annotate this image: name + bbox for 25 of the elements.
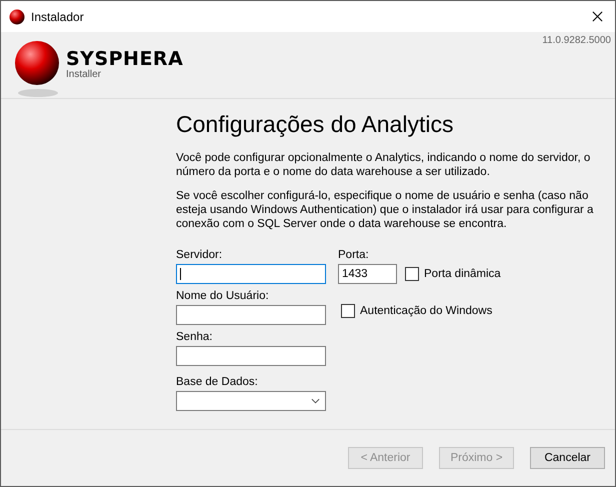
- checkbox[interactable]: [341, 304, 355, 318]
- chevron-down-icon: [311, 398, 320, 404]
- port-field[interactable]: 1433: [338, 264, 397, 284]
- field-label: Porta:: [338, 248, 370, 262]
- field-label: Base de Dados:: [176, 375, 259, 389]
- version-text: 11.0.9282.5000: [542, 35, 611, 46]
- field-label: Nome do Usuário:: [176, 289, 270, 303]
- wizard-button[interactable]: Cancelar: [530, 447, 605, 469]
- brand-name: SYSPHERA: [66, 50, 184, 69]
- server-field[interactable]: [176, 264, 326, 284]
- checkbox-label: Porta dinâmica: [424, 268, 501, 280]
- description-text: Você pode configurar opcionalmente o Analytics, indicando o nome do servidor, o número da porta e o nome do data warehouse a ser utilizado.: [176, 151, 592, 179]
- brand-subtitle: Installer: [66, 69, 102, 80]
- close-icon[interactable]: [592, 11, 603, 22]
- checkbox-label: Autenticação do Windows: [360, 305, 492, 317]
- password-field[interactable]: [176, 346, 326, 366]
- checkbox[interactable]: [405, 267, 419, 281]
- field-label: Servidor:: [176, 248, 224, 262]
- window-title: Instalador: [31, 10, 85, 24]
- database-dropdown[interactable]: [176, 391, 326, 411]
- username-field[interactable]: [176, 305, 326, 325]
- description-text: Se você escolher configurá-lo, especifique o nome de usuário e senha (caso não esteja usando Windows Authentication) que o instalador irá usar para configurar a conexão com o SQL Server onde o data warehouse se encontra.: [176, 189, 594, 231]
- field-label: Senha:: [176, 330, 214, 344]
- sphere-icon: [9, 8, 25, 24]
- page-title: Configurações do Analytics: [176, 110, 454, 138]
